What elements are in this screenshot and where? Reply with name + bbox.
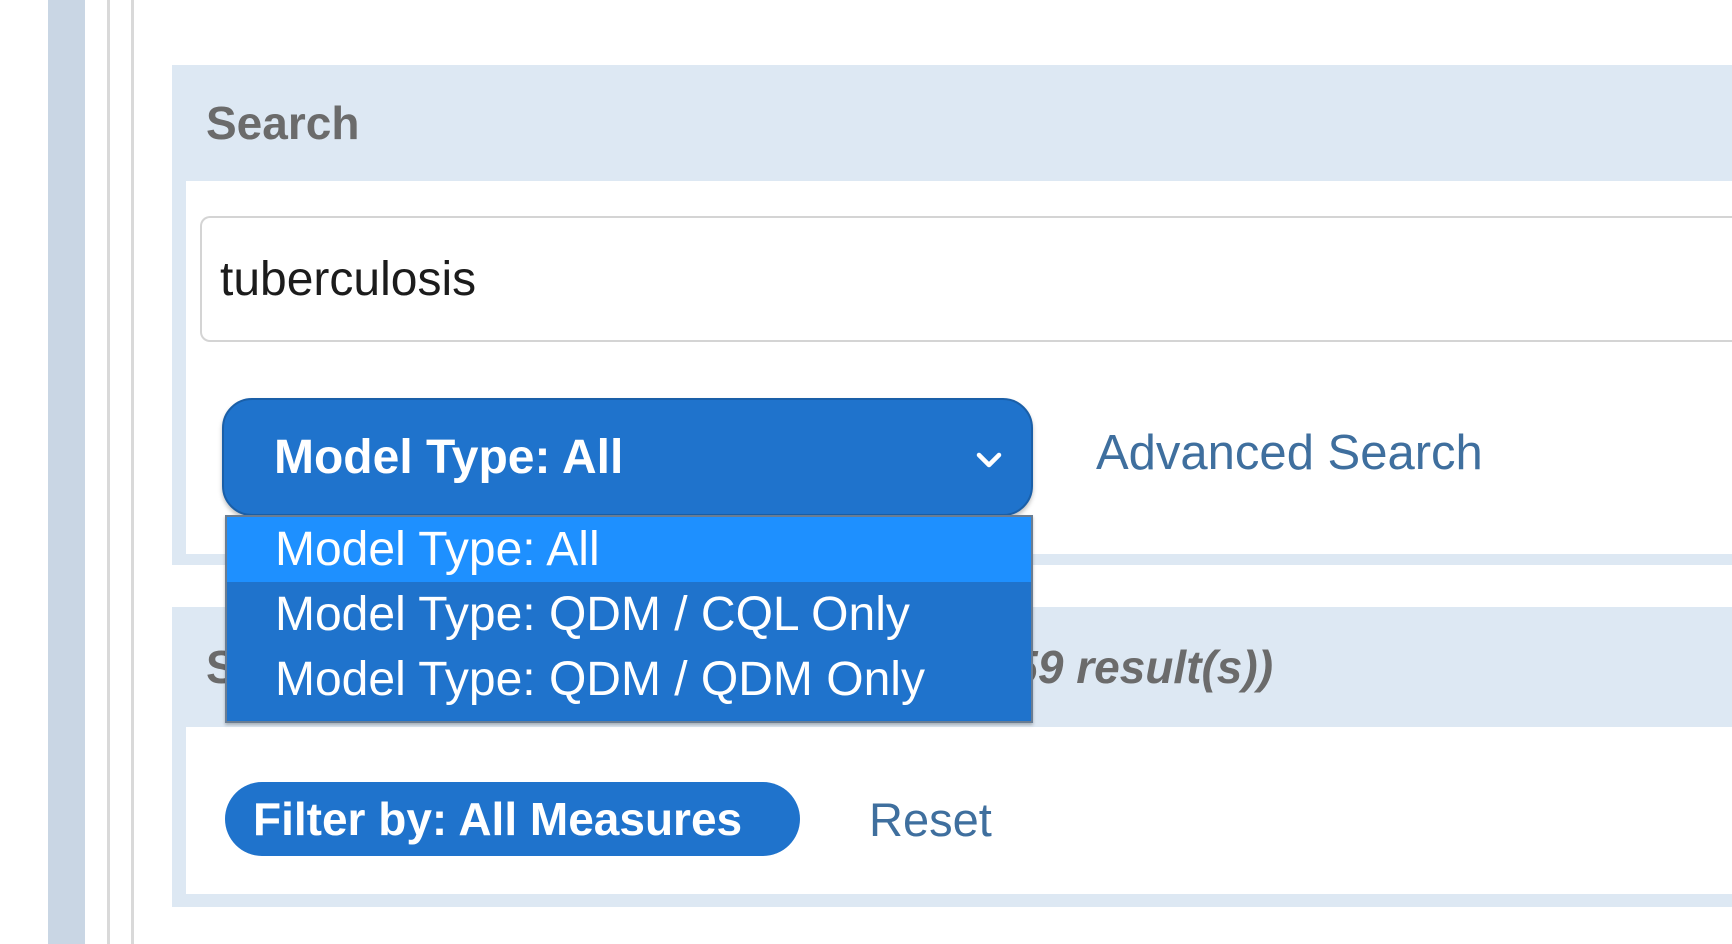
search-panel-header: Search (172, 65, 1732, 181)
filter-measures-button[interactable]: Filter by: All Measures (225, 782, 800, 856)
page: Search Model Type: All Advanced Search S… (0, 0, 1732, 944)
chevron-down-icon (976, 452, 1002, 468)
left-sidebar-rail (48, 0, 85, 944)
model-type-dropdown-list: Model Type: All Model Type: QDM / CQL On… (225, 515, 1033, 723)
divider-line (107, 0, 110, 944)
advanced-search-link[interactable]: Advanced Search (1096, 425, 1483, 481)
model-type-option-qdm-qdm[interactable]: Model Type: QDM / QDM Only (227, 647, 1031, 712)
reset-link[interactable]: Reset (869, 792, 992, 847)
model-type-select-label: Model Type: All (274, 430, 624, 484)
divider-line (131, 0, 134, 944)
model-type-option-qdm-cql[interactable]: Model Type: QDM / CQL Only (227, 582, 1031, 647)
model-type-select[interactable]: Model Type: All (222, 398, 1033, 516)
search-panel-title: Search (206, 97, 360, 149)
model-type-option-all[interactable]: Model Type: All (227, 517, 1031, 582)
search-input[interactable] (200, 216, 1732, 342)
